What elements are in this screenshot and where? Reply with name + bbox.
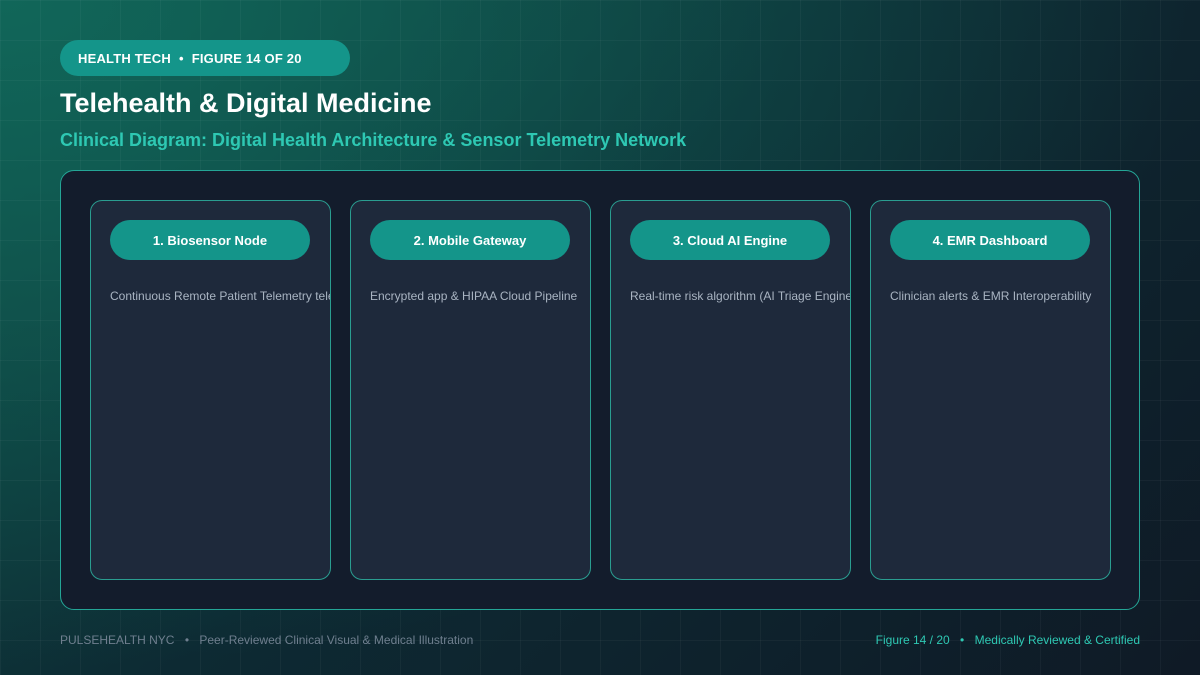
- page-title: Telehealth & Digital Medicine: [60, 88, 432, 118]
- badge-separator: •: [178, 50, 184, 66]
- footer-separator: •: [184, 633, 190, 647]
- category-label: HEALTH TECH: [78, 50, 171, 66]
- diagram-panel: 1. Biosensor Node Continuous Remote Pati…: [60, 170, 1140, 610]
- footer-caption: Peer-Reviewed Clinical Visual & Medical …: [199, 633, 474, 647]
- node-card-biosensor: 1. Biosensor Node Continuous Remote Pati…: [90, 200, 331, 580]
- footer-separator-right: •: [960, 633, 965, 647]
- node-description-biosensor: Continuous Remote Patient Telemetry tele…: [110, 289, 330, 303]
- node-description-emr-dashboard: Clinician alerts & EMR Interoperability: [890, 289, 1092, 303]
- node-label-cloud-ai: 3. Cloud AI Engine: [630, 220, 830, 260]
- node-label-mobile-gateway: 2. Mobile Gateway: [370, 220, 570, 260]
- page-subtitle: Clinical Diagram: Digital Health Archite…: [60, 130, 687, 150]
- node-card-emr-dashboard: 4. EMR Dashboard Clinician alerts & EMR …: [870, 200, 1111, 580]
- node-description-mobile-gateway: Encrypted app & HIPAA Cloud Pipeline: [370, 289, 578, 303]
- category-badge: HEALTH TECH • FIGURE 14 OF 20: [60, 40, 350, 76]
- footer-credit: PULSEHEALTH NYC • Peer-Reviewed Clinical…: [60, 633, 473, 647]
- node-label-emr-dashboard: 4. EMR Dashboard: [890, 220, 1090, 260]
- node-card-cloud-ai: 3. Cloud AI Engine Real-time risk algori…: [610, 200, 851, 580]
- footer-certification: Medically Reviewed & Certified: [974, 633, 1140, 647]
- node-label-biosensor: 1. Biosensor Node: [110, 220, 310, 260]
- figure-label: FIGURE 14 OF 20: [191, 50, 302, 66]
- node-description-cloud-ai: Real-time risk algorithm (AI Triage Engi…: [630, 289, 851, 303]
- footer-figure-info: Figure 14 / 20 • Medically Reviewed & Ce…: [876, 633, 1140, 647]
- footer-figure-number: Figure 14 / 20: [875, 633, 950, 647]
- footer-org: PULSEHEALTH NYC: [60, 633, 175, 647]
- node-card-mobile-gateway: 2. Mobile Gateway Encrypted app & HIPAA …: [350, 200, 591, 580]
